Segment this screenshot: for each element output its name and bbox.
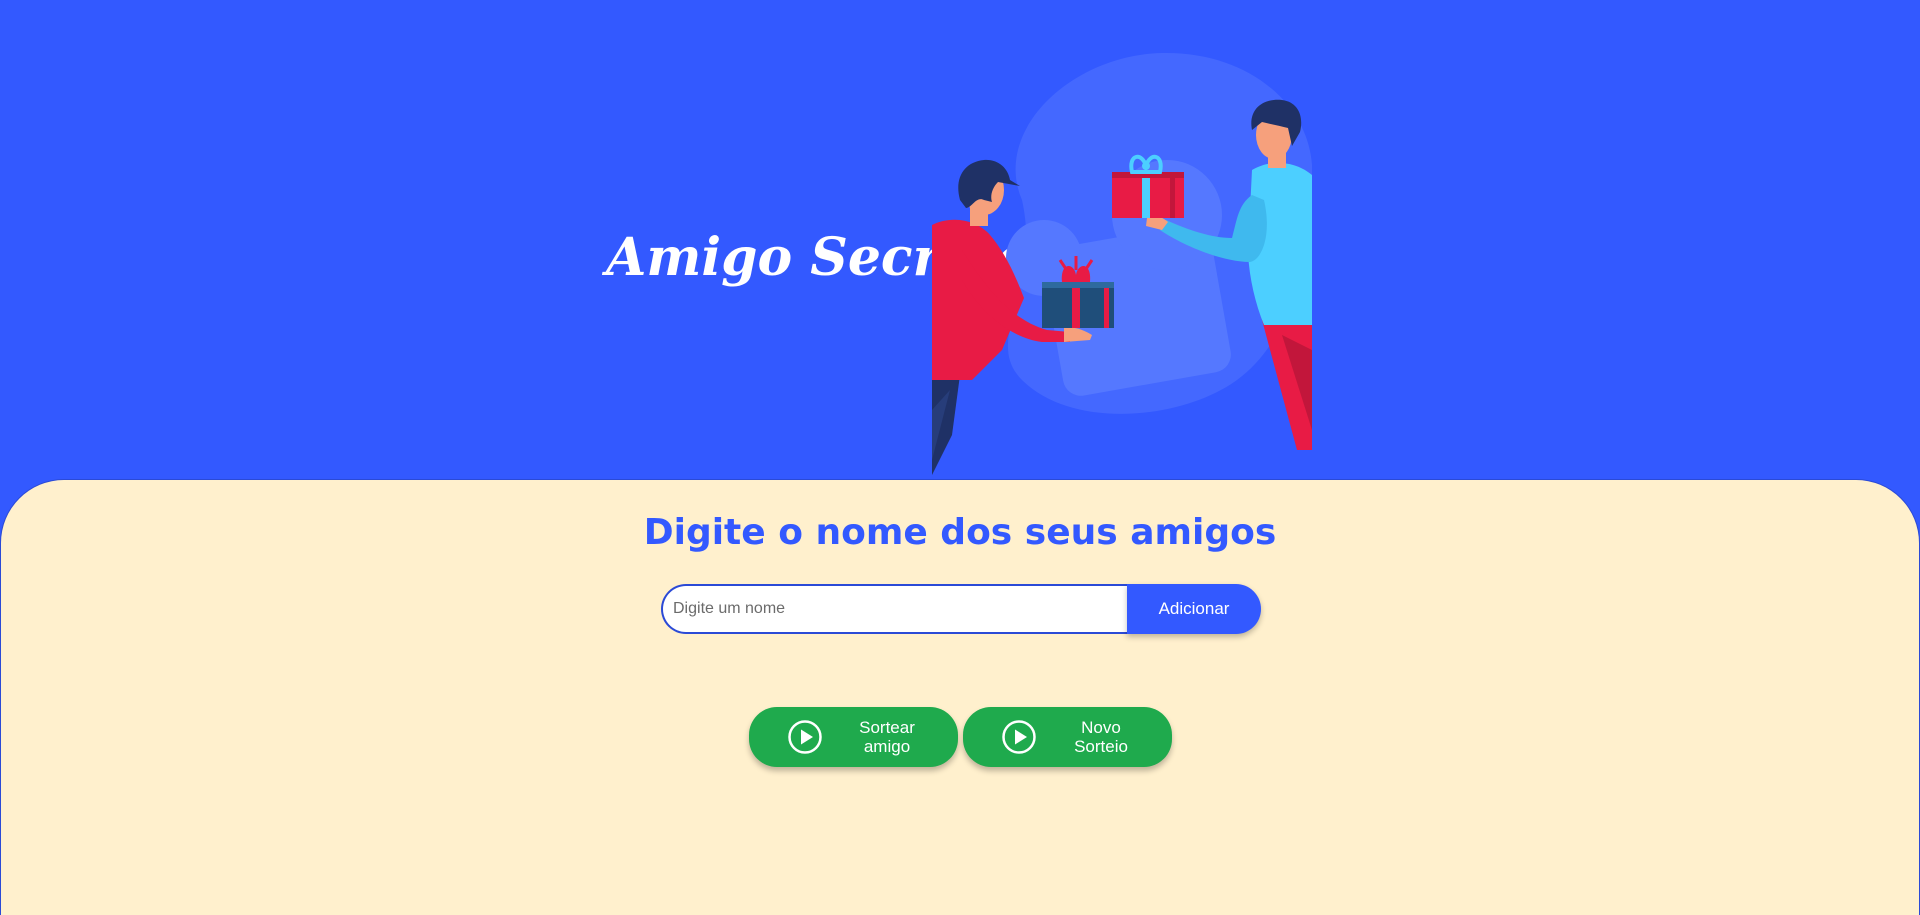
- draw-actions: Sortear amigo Novo Sorteio: [749, 707, 1173, 769]
- new-draw-button[interactable]: Novo Sorteio: [963, 707, 1172, 767]
- play-circle-icon: [788, 720, 822, 754]
- draw-friend-button[interactable]: Sortear amigo: [749, 707, 958, 767]
- header-banner: Amigo Secreto: [0, 0, 1920, 479]
- draw-friend-label: Sortear amigo: [859, 718, 915, 756]
- new-draw-label: Novo Sorteio: [1074, 718, 1128, 756]
- gift-exchange-illustration: [932, 52, 1312, 475]
- main-panel: Digite o nome dos seus amigos Adicionar …: [0, 479, 1920, 915]
- play-circle-icon: [1002, 720, 1036, 754]
- add-button[interactable]: Adicionar: [1127, 584, 1261, 634]
- friend-name-input[interactable]: [661, 584, 1129, 634]
- section-title: Digite o nome dos seus amigos: [643, 512, 1277, 553]
- add-friend-form: Adicionar: [661, 584, 1261, 634]
